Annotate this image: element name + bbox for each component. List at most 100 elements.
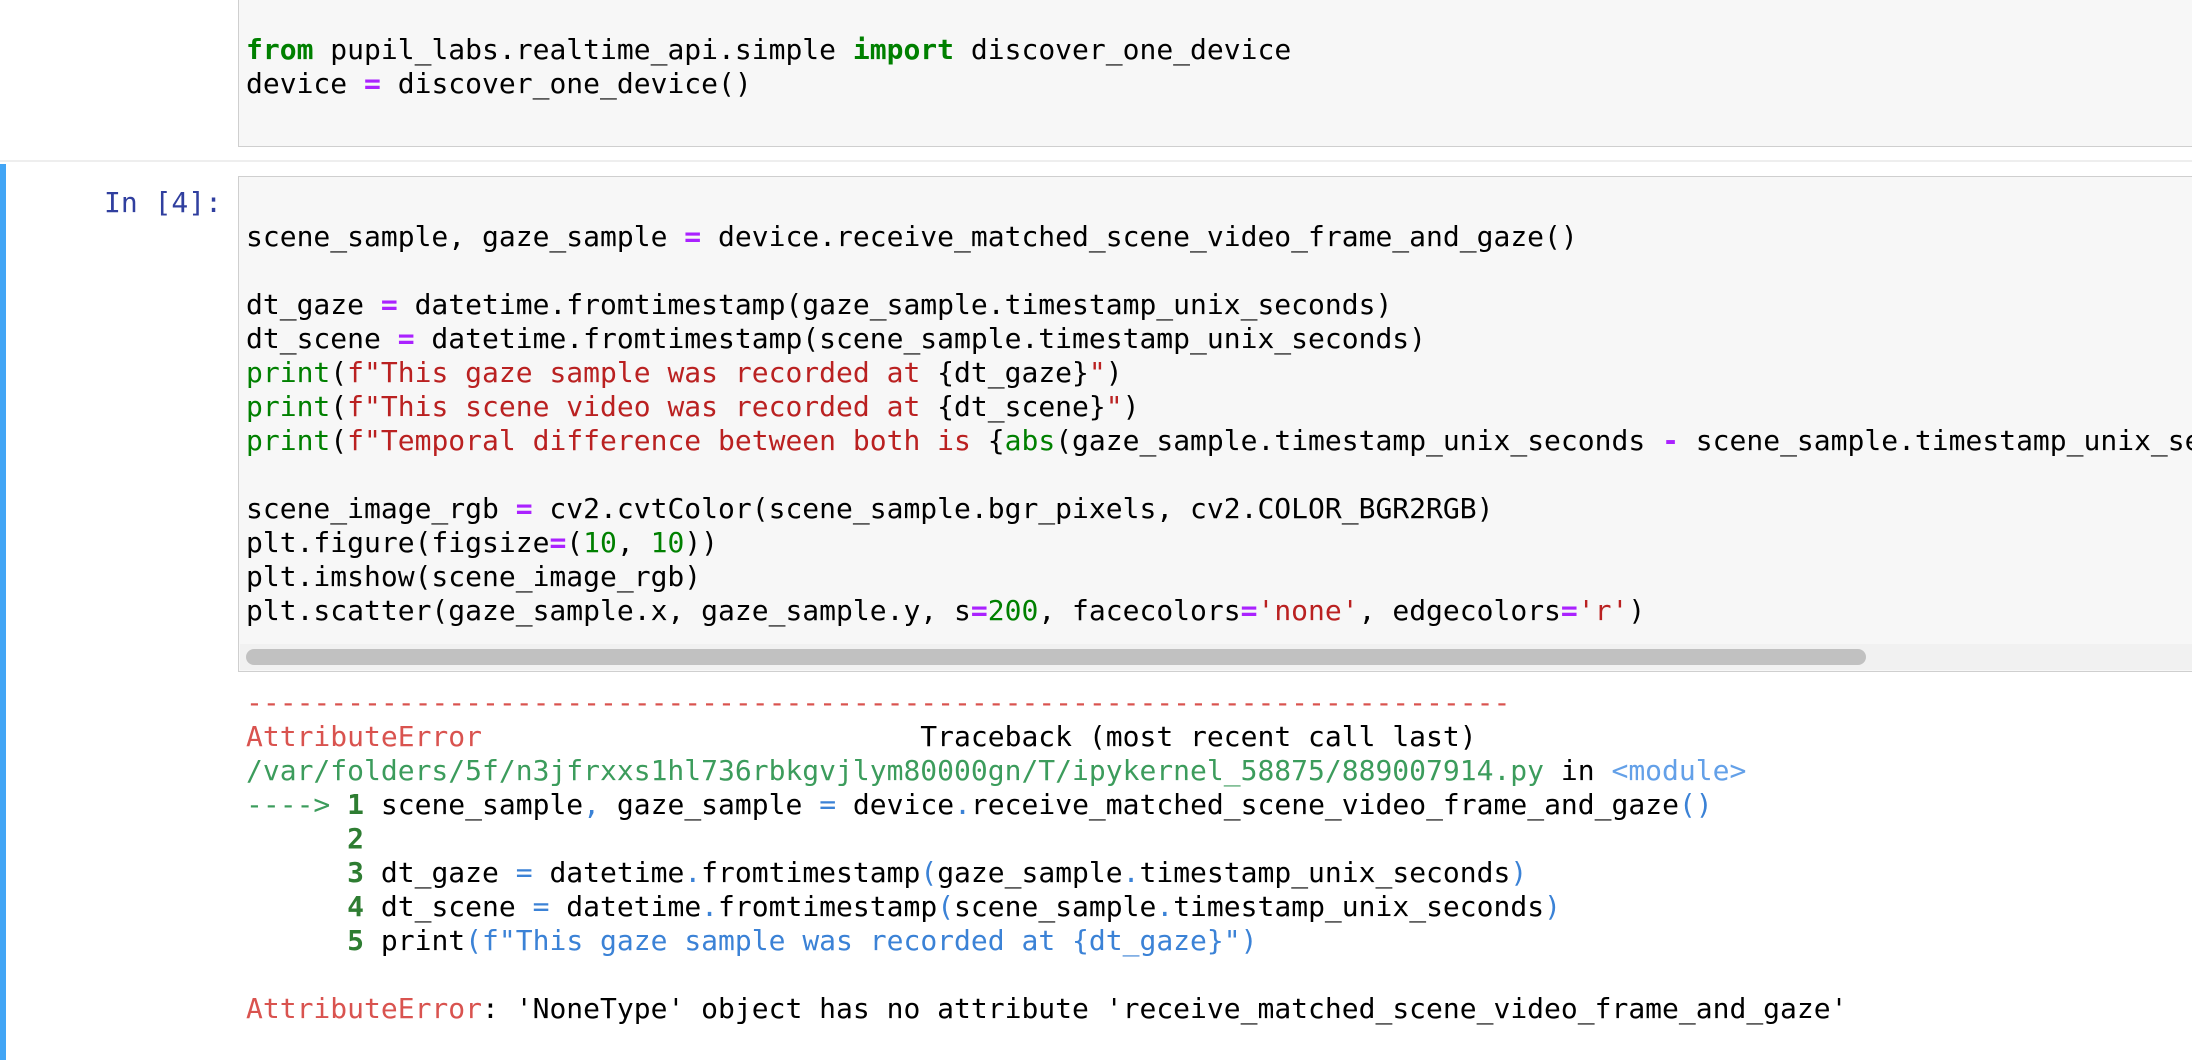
- code-token: {: [987, 424, 1005, 457]
- code-token: ): [1510, 856, 1528, 889]
- code-token: )): [684, 526, 719, 559]
- code-token: timestamp_unix_seconds: [1139, 856, 1511, 889]
- code-token: datetime.fromtimestamp(scene_sample.time…: [414, 322, 1427, 355]
- code-token: f"This gaze sample was recorded at: [347, 356, 938, 389]
- code-token: .: [684, 856, 702, 889]
- traceback-file-path: /var/folders/5f/n3jfrxxs1hl736rbkgvjlym8…: [246, 754, 1545, 787]
- code-token: , facecolors: [1038, 594, 1241, 627]
- traceback-separator: ----------------------------------------…: [246, 686, 1511, 719]
- code-token: print: [380, 924, 466, 957]
- code-token: print: [246, 356, 331, 389]
- code-token: pupil_labs.realtime_api.simple: [313, 33, 853, 66]
- code-token: ,: [616, 526, 651, 559]
- code-token: scene_sample.timestamp_unix_se: [1678, 424, 2192, 457]
- code-token: dt_gaze: [380, 856, 516, 889]
- code-token: 10: [583, 526, 617, 559]
- error-output: ----------------------------------------…: [246, 686, 1847, 1026]
- code-token: ): [1105, 356, 1123, 389]
- code-token: datetime: [532, 856, 685, 889]
- code-token: scene_sample: [954, 890, 1157, 923]
- code-token: receive_matched_scene_video_frame_and_ga…: [970, 788, 1679, 821]
- code-token: cv2.cvtColor(scene_sample.bgr_pixels, cv…: [532, 492, 1494, 525]
- code-token: =: [1240, 594, 1258, 627]
- code-token: (: [920, 856, 938, 889]
- code-token: =: [515, 856, 533, 889]
- traceback-arrow: ---->: [246, 788, 331, 821]
- code-token: scene_sample: [380, 788, 584, 821]
- cell-divider: [0, 160, 2192, 162]
- traceback-line-number: 3: [347, 856, 365, 889]
- code-token: =: [532, 890, 550, 923]
- code-token: ,: [583, 788, 601, 821]
- code-token: 200: [987, 594, 1039, 627]
- code-token: (: [937, 890, 955, 923]
- code-token: ": [1088, 356, 1106, 389]
- code-token: datetime: [549, 890, 702, 923]
- code-token: dt_scene: [246, 322, 398, 355]
- code-token: (): [1678, 788, 1713, 821]
- code-token: print: [246, 424, 331, 457]
- code-token: {dt_scene}: [937, 390, 1106, 423]
- code-token: =: [380, 288, 398, 321]
- code-token: ): [1628, 594, 1646, 627]
- code-token: -: [1662, 424, 1679, 457]
- code-token: (: [566, 526, 584, 559]
- final-error-name: AttributeError: [246, 992, 483, 1025]
- code-token: (: [330, 390, 348, 423]
- code-token: =: [364, 67, 381, 100]
- code-token: discover_one_device: [954, 33, 1292, 66]
- code-token: 'none': [1257, 594, 1359, 627]
- final-error-message: : 'NoneType' object has no attribute 're…: [482, 992, 1848, 1025]
- code-token: plt.figure(figsize: [246, 526, 550, 559]
- code-token: ): [1122, 390, 1140, 423]
- code-token: scene_sample, gaze_sample: [246, 220, 685, 253]
- code-token: .: [701, 890, 719, 923]
- code-token: (f"This gaze sample was recorded at {dt_…: [465, 924, 1258, 957]
- code-token: 10: [650, 526, 685, 559]
- code-token: =: [397, 322, 415, 355]
- traceback-module: <module>: [1611, 754, 1747, 787]
- code-token: =: [549, 526, 567, 559]
- code-token: print: [246, 390, 331, 423]
- code-token: {dt_gaze}: [937, 356, 1089, 389]
- code-token: .: [1156, 890, 1174, 923]
- code-token: , edgecolors: [1358, 594, 1561, 627]
- code-token: datetime.fromtimestamp(gaze_sample.times…: [397, 288, 1393, 321]
- code-token: device: [246, 67, 365, 100]
- code-token: fromtimestamp: [701, 856, 921, 889]
- code-token: =: [970, 594, 988, 627]
- code-token: (gaze_sample.timestamp_unix_seconds: [1055, 424, 1663, 457]
- traceback-line-number: 2: [347, 822, 365, 855]
- code-token: =: [819, 788, 837, 821]
- traceback-header: Traceback (most recent call last): [482, 720, 1477, 753]
- code-token: .: [954, 788, 971, 821]
- traceback-in-text: in: [1544, 754, 1612, 787]
- code-token: discover_one_device(): [380, 67, 752, 100]
- input-prompt: In [4]:: [104, 186, 223, 219]
- code-token: plt.imshow(scene_image_rgb): [246, 560, 702, 593]
- code-token: timestamp_unix_seconds: [1173, 890, 1545, 923]
- code-token: device.receive_matched_scene_video_frame…: [701, 220, 1578, 253]
- code-token: scene_image_rgb: [246, 492, 516, 525]
- code-token: .: [1122, 856, 1140, 889]
- error-name: AttributeError: [246, 720, 483, 753]
- code-token: import: [852, 33, 955, 66]
- traceback-line-number: 4: [347, 890, 365, 923]
- code-token: device: [836, 788, 955, 821]
- code-token: ": [1105, 390, 1123, 423]
- code-token: 'r': [1577, 594, 1629, 627]
- traceback-line-number: 1: [347, 788, 365, 821]
- code-cell-code[interactable]: scene_sample, gaze_sample = device.recei…: [246, 220, 2192, 628]
- horizontal-scrollbar-thumb[interactable]: [246, 649, 1866, 665]
- code-token: gaze_sample: [937, 856, 1123, 889]
- code-token: f"Temporal difference between both is: [347, 424, 988, 457]
- code-token: dt_gaze: [246, 288, 381, 321]
- code-token: =: [684, 220, 702, 253]
- code-token: ): [1544, 890, 1561, 923]
- previous-cell-code[interactable]: from pupil_labs.realtime_api.simple impo…: [246, 33, 1291, 101]
- code-token: plt.scatter(gaze_sample.x, gaze_sample.y…: [246, 594, 971, 627]
- code-token: =: [1560, 594, 1578, 627]
- selected-cell-indicator: [0, 164, 6, 1060]
- code-token: f"This scene video was recorded at: [347, 390, 938, 423]
- code-token: abs: [1004, 424, 1056, 457]
